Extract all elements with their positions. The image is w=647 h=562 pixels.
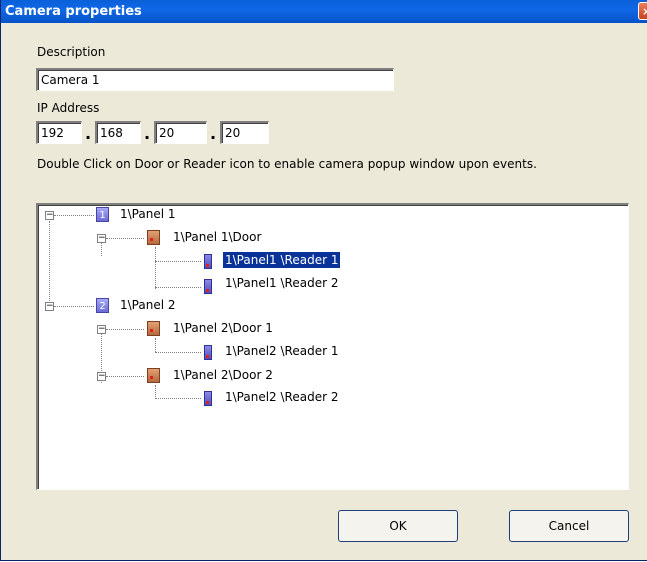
tree-node-label[interactable]: 1\Panel 2 — [118, 297, 178, 313]
window-title: Camera properties — [5, 4, 142, 19]
collapse-icon[interactable]: − — [45, 211, 54, 220]
reader-icon[interactable] — [204, 345, 212, 360]
tree-connector — [155, 287, 201, 288]
close-icon[interactable]: × — [638, 2, 647, 20]
tree-connector — [101, 242, 102, 256]
instructions-text: Double Click on Door or Reader icon to e… — [37, 157, 537, 171]
description-label: Description — [37, 45, 106, 59]
tree-node-label[interactable]: 1\Panel 2\Door 1 — [171, 320, 275, 336]
collapse-icon[interactable]: − — [97, 372, 106, 381]
collapse-icon[interactable]: − — [97, 325, 106, 334]
tree-connector — [106, 329, 144, 330]
panel-icon[interactable]: 2 — [96, 298, 109, 313]
ip-separator: . — [210, 124, 217, 143]
tree-connector — [106, 238, 144, 239]
reader-icon[interactable] — [204, 254, 212, 269]
tree-connector — [155, 385, 156, 399]
tree-node-label[interactable]: 1\Panel 2\Door 2 — [171, 367, 275, 383]
tree-node-label[interactable]: 1\Panel1 \Reader 1 — [221, 251, 342, 269]
tree-node-label[interactable]: 1\Panel2 \Reader 1 — [223, 343, 340, 359]
title-bar[interactable]: Camera properties × — [1, 0, 647, 23]
tree-node-label[interactable]: 1\Panel 1\Door — [171, 229, 263, 245]
ip-octet-2-field[interactable]: 168 — [95, 121, 141, 144]
tree-node-label[interactable]: 1\Panel 1 — [118, 206, 178, 222]
ip-separator: . — [144, 124, 151, 143]
tree-connector — [155, 261, 201, 262]
tree-connector — [49, 221, 50, 307]
collapse-icon[interactable]: − — [45, 302, 54, 311]
ip-octet-1-field[interactable]: 192 — [36, 121, 82, 144]
collapse-icon[interactable]: − — [97, 234, 106, 243]
description-field[interactable]: Camera 1 — [36, 68, 394, 91]
tree-connector — [54, 215, 94, 216]
tree-node-label[interactable]: 1\Panel2 \Reader 2 — [223, 389, 340, 405]
ip-octet-4-field[interactable]: 20 — [220, 121, 269, 144]
ip-octet-3-field[interactable]: 20 — [154, 121, 207, 144]
reader-icon[interactable] — [204, 391, 212, 406]
tree-connector — [106, 376, 144, 377]
camera-properties-dialog: Camera properties × Description Camera 1… — [0, 0, 647, 561]
panel-icon[interactable]: 1 — [96, 207, 109, 222]
cancel-button[interactable]: Cancel — [509, 510, 629, 542]
tree-connector — [155, 352, 201, 353]
tree-connector — [54, 306, 94, 307]
device-tree[interactable]: − 1 1\Panel 1 − 1\Panel 1\Door 1\Panel1 … — [36, 203, 629, 490]
ok-button[interactable]: OK — [338, 510, 458, 542]
reader-icon[interactable] — [204, 279, 212, 294]
ip-separator: . — [85, 124, 92, 143]
tree-connector — [155, 247, 156, 289]
tree-connector — [155, 398, 201, 399]
door-icon[interactable] — [147, 368, 160, 383]
door-icon[interactable] — [147, 321, 160, 336]
ip-address-label: IP Address — [37, 101, 100, 115]
door-icon[interactable] — [147, 230, 160, 245]
tree-node-label[interactable]: 1\Panel1 \Reader 2 — [223, 275, 340, 291]
tree-connector — [155, 338, 156, 352]
